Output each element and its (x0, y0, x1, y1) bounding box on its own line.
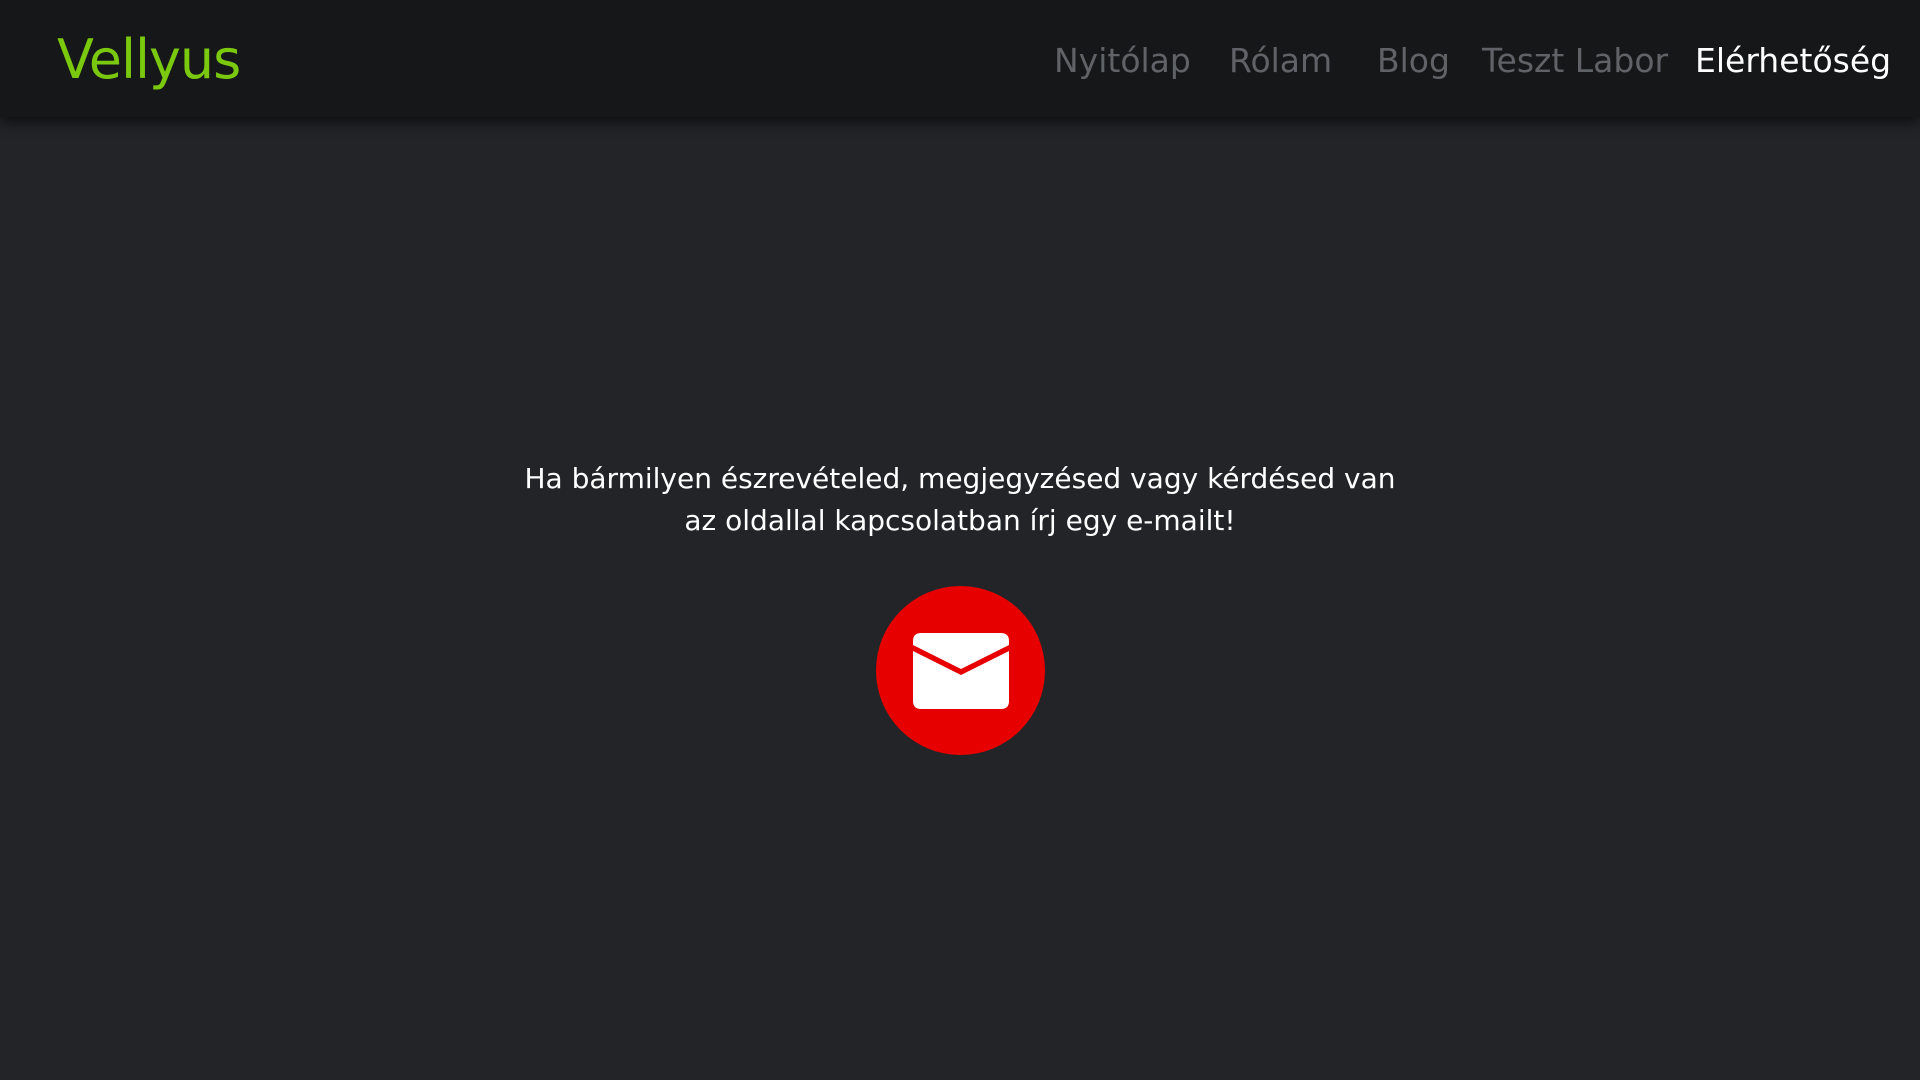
envelope-icon (912, 632, 1009, 709)
nav-link-home[interactable]: Nyitólap (1054, 38, 1191, 84)
nav-link-test-lab[interactable]: Teszt Labor (1482, 38, 1668, 84)
brand-logo-link[interactable]: Vellyus (57, 24, 241, 96)
nav-link-blog[interactable]: Blog (1377, 38, 1450, 84)
contact-message: Ha bármilyen észrevételed, megjegyzésed … (0, 458, 1920, 542)
nav-link-about[interactable]: Rólam (1229, 38, 1332, 84)
navbar: Vellyus Nyitólap Rólam Blog Teszt Labor … (0, 0, 1920, 117)
contact-message-line-1: Ha bármilyen észrevételed, megjegyzésed … (524, 462, 1396, 495)
nav-link-contact[interactable]: Elérhetőség (1695, 38, 1891, 84)
contact-message-line-2: az oldallal kapcsolatban írj egy e-mailt… (684, 504, 1236, 537)
email-button[interactable] (876, 586, 1045, 755)
